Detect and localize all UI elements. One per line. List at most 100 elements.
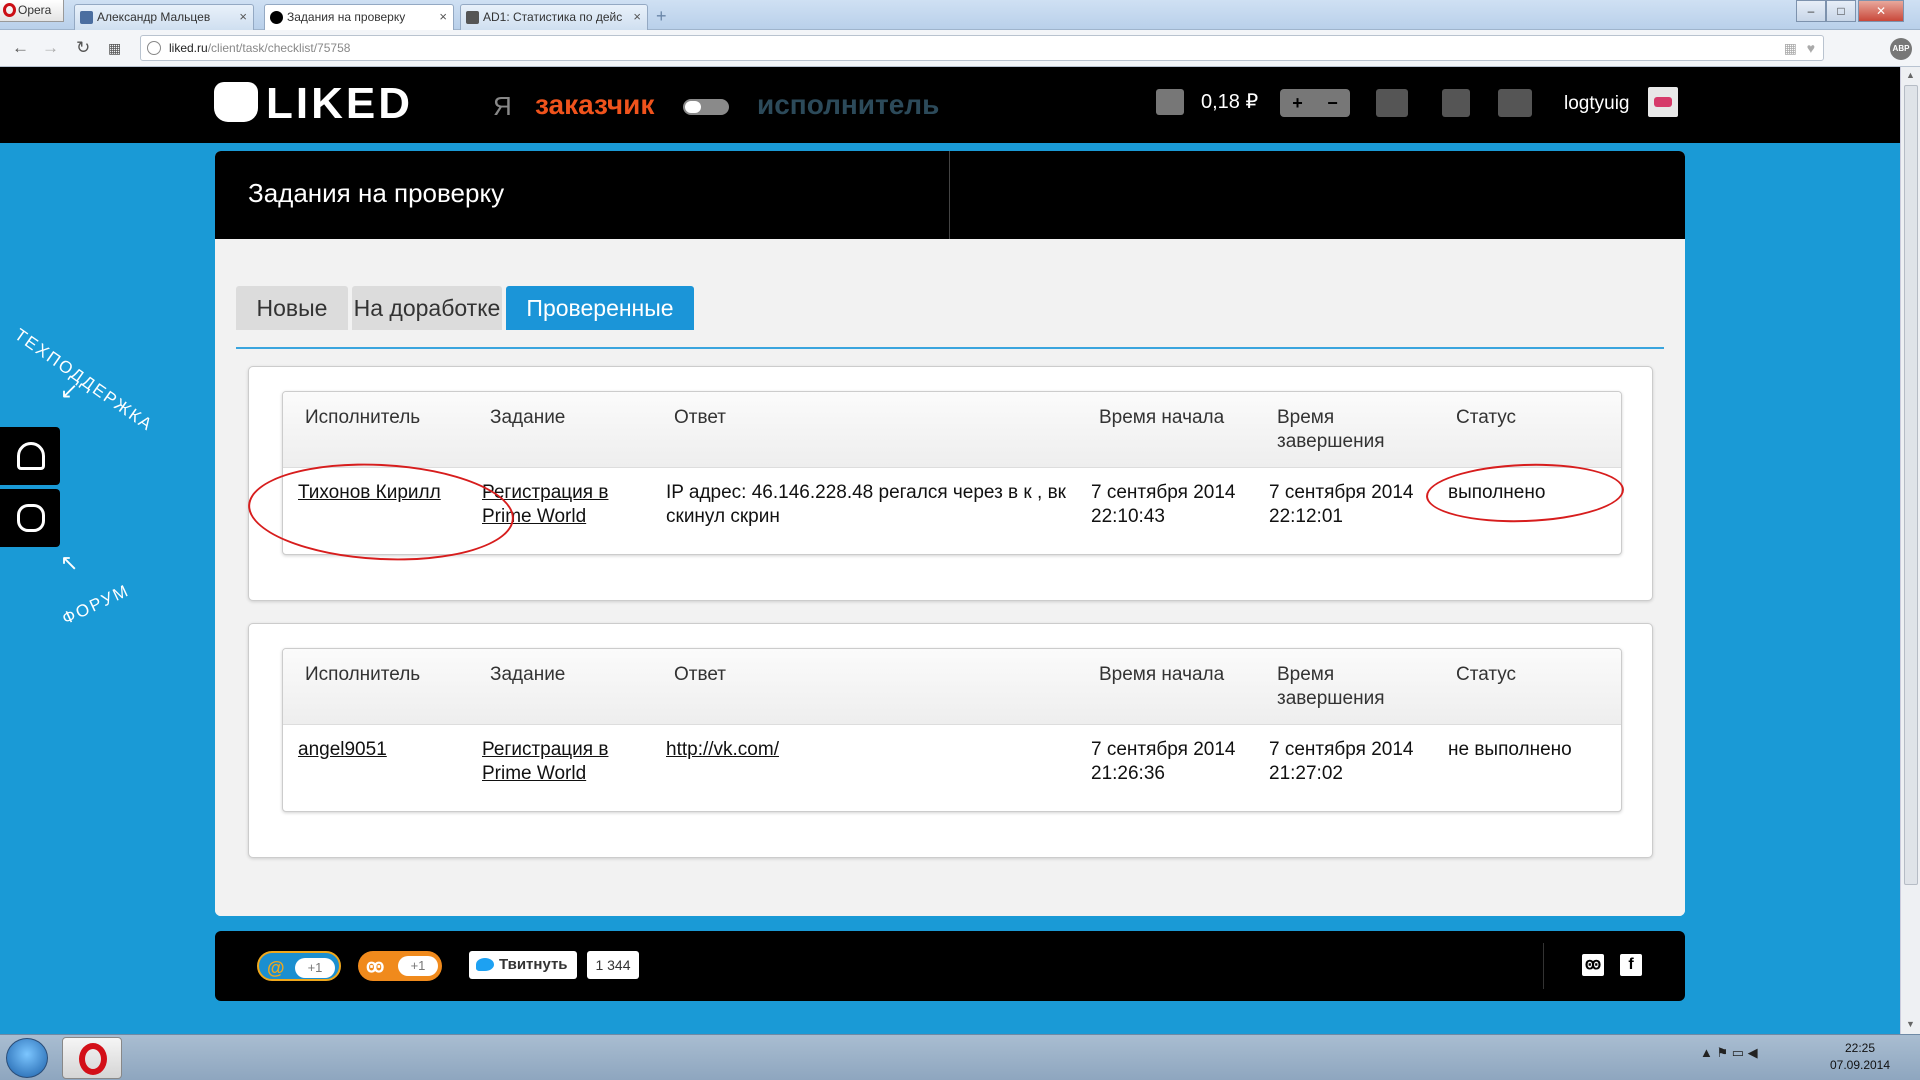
browser-tab-1[interactable]: Александр Мальцев × bbox=[74, 4, 254, 30]
tweet-button[interactable]: Твитнуть bbox=[469, 951, 577, 979]
forward-arrow-icon[interactable]: → bbox=[42, 38, 59, 58]
back-arrow-icon[interactable]: ← bbox=[12, 38, 29, 58]
col-status: Статус bbox=[1456, 664, 1517, 685]
browser-tab-title: Александр Мальцев bbox=[97, 10, 211, 24]
status-text: выполнено bbox=[1448, 482, 1546, 503]
windows-taskbar: ▲ ⚑ ▭ ◀ 22:25 07.09.2014 bbox=[0, 1034, 1920, 1080]
col-executor: Исполнитель bbox=[305, 664, 421, 685]
minimize-window-button[interactable]: – bbox=[1796, 0, 1826, 22]
close-window-button[interactable]: ✕ bbox=[1858, 0, 1904, 22]
mailru-share-button[interactable]: @ +1 bbox=[257, 951, 341, 981]
address-bar-row: ← → ↻ ▦ liked.ru/client/task/checklist/7… bbox=[0, 30, 1920, 67]
col-task: Задание bbox=[490, 407, 566, 428]
add-funds-button[interactable]: + bbox=[1280, 89, 1315, 117]
col-end-time: Время завершения bbox=[1277, 407, 1385, 452]
tweet-label: Твитнуть bbox=[499, 956, 568, 973]
footer-divider bbox=[1543, 943, 1544, 989]
col-task: Задание bbox=[490, 664, 566, 685]
tab-revision[interactable]: На доработке bbox=[352, 286, 502, 330]
scroll-down-arrow-icon[interactable]: ▼ bbox=[1906, 1019, 1915, 1029]
speed-dial-grid-icon[interactable]: ▦ bbox=[108, 40, 121, 57]
opera-logo-icon bbox=[3, 3, 16, 17]
mailru-share-count: +1 bbox=[295, 958, 335, 978]
task-table: Исполнитель Задание Ответ Время начала В… bbox=[282, 648, 1622, 812]
forum-label[interactable]: ФОРУМ bbox=[59, 581, 133, 630]
tab-checked[interactable]: Проверенные bbox=[506, 286, 694, 330]
url-host: liked.ru bbox=[169, 41, 208, 55]
tabs-underline bbox=[236, 347, 1664, 349]
end-time: 7 сентября 2014 22:12:01 bbox=[1269, 482, 1414, 527]
forum-button[interactable] bbox=[0, 489, 60, 547]
vk-favicon-icon bbox=[80, 11, 93, 24]
opera-taskbar-icon bbox=[79, 1043, 107, 1075]
curved-arrow-up-icon: ↖ bbox=[60, 550, 79, 575]
col-executor: Исполнитель bbox=[305, 407, 421, 428]
tasks-panel: Задания на проверку Новые На доработке П… bbox=[215, 151, 1685, 916]
scrollbar-thumb[interactable] bbox=[1904, 85, 1918, 885]
withdraw-funds-button[interactable]: − bbox=[1315, 89, 1350, 117]
taskbar-clock[interactable]: 22:25 07.09.2014 bbox=[1820, 1040, 1900, 1074]
mail-icon[interactable] bbox=[1376, 89, 1408, 117]
facebook-link-icon[interactable]: f bbox=[1620, 954, 1642, 976]
answer-link[interactable]: http://vk.com/ bbox=[666, 738, 779, 762]
col-end-time: Время завершения bbox=[1277, 664, 1385, 709]
role-toggle-switch[interactable] bbox=[683, 99, 729, 115]
new-tab-button[interactable]: + bbox=[656, 6, 667, 26]
taskbar-opera-button[interactable] bbox=[62, 1037, 122, 1079]
ok-share-button[interactable]: ꙭ +1 bbox=[358, 951, 442, 981]
role-client-link[interactable]: заказчик bbox=[535, 89, 654, 121]
table-header: Исполнитель Задание Ответ Время начала В… bbox=[283, 392, 1621, 468]
col-start-time: Время начала bbox=[1099, 664, 1225, 685]
curved-arrow-down-icon: ↙ bbox=[60, 378, 79, 403]
role-prefix: Я bbox=[493, 91, 512, 121]
page-title: Задания на проверку bbox=[248, 178, 505, 208]
panel-body: Новые На доработке Проверенные Исполните… bbox=[215, 239, 1685, 916]
start-time: 7 сентября 2014 21:26:36 bbox=[1091, 739, 1236, 784]
support-label[interactable]: ТЕХПОДДЕРЖКА bbox=[11, 325, 157, 436]
col-status: Статус bbox=[1456, 407, 1517, 428]
adblock-button[interactable]: ABP bbox=[1890, 38, 1912, 60]
tweet-count: 1 344 bbox=[587, 951, 639, 979]
heart-icon[interactable]: ♥ bbox=[1807, 36, 1815, 60]
url-input[interactable]: liked.ru/client/task/checklist/75758 ▦ ♥ bbox=[140, 35, 1824, 61]
role-executor-link[interactable]: исполнитель bbox=[757, 89, 939, 121]
executor-link[interactable]: angel9051 bbox=[298, 738, 387, 762]
task-table: Исполнитель Задание Ответ Время начала В… bbox=[282, 391, 1622, 555]
battery-icon[interactable] bbox=[1498, 89, 1532, 117]
task-link[interactable]: Регистрация в Prime World bbox=[482, 481, 632, 529]
scroll-up-arrow-icon[interactable]: ▲ bbox=[1906, 70, 1915, 80]
support-button[interactable] bbox=[0, 427, 60, 485]
start-button[interactable] bbox=[6, 1038, 48, 1078]
task-link[interactable]: Регистрация в Prime World bbox=[482, 738, 632, 786]
executor-link[interactable]: Тихонов Кирилл bbox=[298, 481, 441, 505]
close-tab-icon[interactable]: × bbox=[633, 5, 641, 29]
maximize-window-button[interactable]: □ bbox=[1826, 0, 1856, 22]
close-tab-icon[interactable]: × bbox=[439, 5, 447, 29]
col-answer: Ответ bbox=[674, 664, 726, 685]
browser-tab-3[interactable]: AD1: Статистика по дейс × bbox=[460, 4, 648, 30]
clock-date: 07.09.2014 bbox=[1829, 1058, 1891, 1072]
odnoklassniki-link-icon[interactable]: ꙭ bbox=[1582, 954, 1604, 976]
system-tray-icons[interactable]: ▲ ⚑ ▭ ◀ bbox=[1700, 1045, 1758, 1061]
ok-share-count: +1 bbox=[398, 956, 438, 976]
support-agent-icon bbox=[17, 442, 45, 470]
page-grid-icon[interactable]: ▦ bbox=[1784, 36, 1797, 60]
header-divider bbox=[949, 151, 950, 239]
close-tab-icon[interactable]: × bbox=[239, 5, 247, 29]
site-header: LIKED Я заказчик исполнитель 0,18 ₽ + − l… bbox=[0, 67, 1900, 143]
chat-bubble-icon bbox=[17, 504, 45, 532]
liked-favicon-icon bbox=[270, 11, 283, 24]
avatar[interactable] bbox=[1648, 87, 1678, 117]
username-link[interactable]: logtyuig bbox=[1564, 93, 1630, 115]
task-card: Исполнитель Задание Ответ Время начала В… bbox=[248, 623, 1653, 858]
col-start-time: Время начала bbox=[1099, 407, 1225, 428]
site-footer: @ +1 ꙭ +1 Твитнуть 1 344 ꙭ f bbox=[215, 931, 1685, 1001]
liked-logo[interactable]: LIKED bbox=[214, 79, 413, 129]
opera-menu-button[interactable]: Opera bbox=[0, 0, 64, 22]
page-scrollbar[interactable]: ▲ ▼ bbox=[1900, 67, 1920, 1034]
tab-new[interactable]: Новые bbox=[236, 286, 348, 330]
end-time: 7 сентября 2014 21:27:02 bbox=[1269, 739, 1414, 784]
mouse-icon[interactable] bbox=[1442, 89, 1470, 117]
browser-tab-2[interactable]: Задания на проверку × bbox=[264, 4, 454, 30]
reload-icon[interactable]: ↻ bbox=[76, 38, 90, 58]
